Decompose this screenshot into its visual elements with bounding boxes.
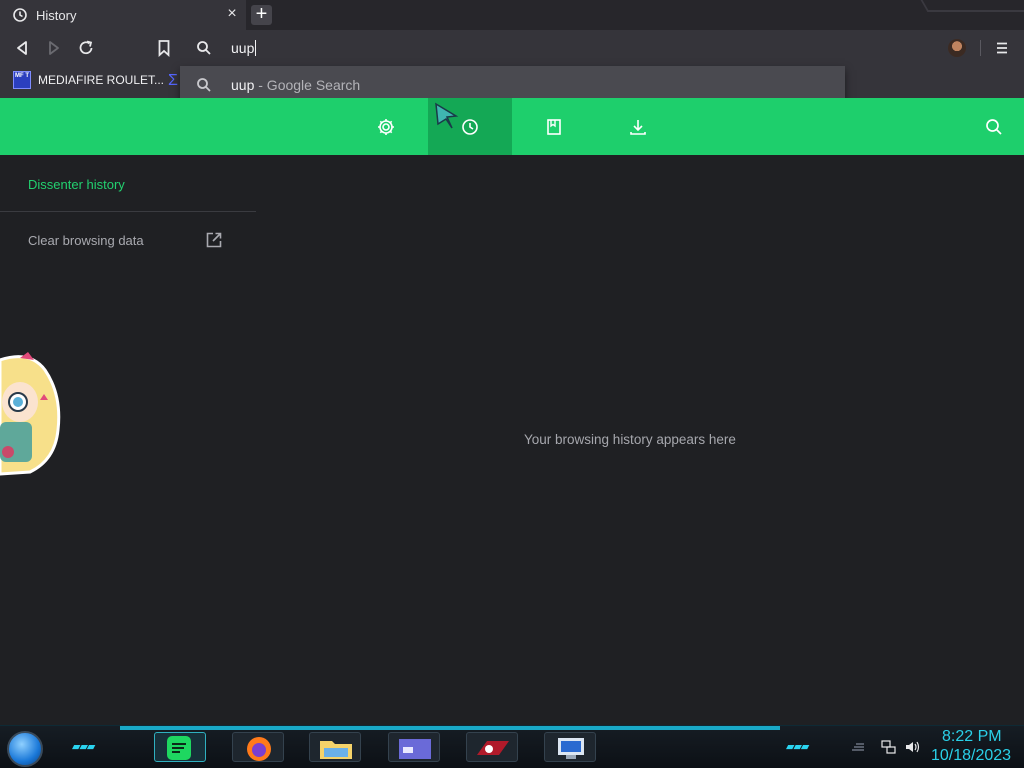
- settings-icon[interactable]: [376, 117, 396, 137]
- tab-strip: History × +: [0, 0, 1024, 30]
- bookmark-favicon-partial[interactable]: Σ: [168, 72, 178, 90]
- profile-avatar[interactable]: [948, 39, 966, 57]
- start-button[interactable]: [7, 731, 43, 767]
- sidebar-divider: [0, 211, 256, 212]
- show-hidden-icons-icon[interactable]: [850, 740, 866, 754]
- volume-icon[interactable]: [904, 740, 920, 754]
- mouse-cursor: [435, 102, 459, 129]
- taskbar-accent-strip: [120, 726, 780, 730]
- downloads-icon[interactable]: [628, 117, 648, 137]
- firefox-icon: [247, 737, 271, 761]
- bookmark-label: MEDIAFIRE ROULET...: [38, 73, 165, 87]
- window-frame-decoration: [920, 0, 1024, 12]
- empty-history-message: Your browsing history appears here: [524, 432, 736, 447]
- toolbar-separator: [980, 40, 981, 56]
- bookmark-item-mediafire[interactable]: MF T MEDIAFIRE ROULET...: [13, 71, 164, 89]
- computer-icon: [558, 738, 584, 759]
- taskbar-app-notes[interactable]: [154, 732, 206, 762]
- back-icon[interactable]: [12, 38, 32, 58]
- clear-browsing-data-link[interactable]: Clear browsing data: [28, 233, 144, 248]
- menu-icon[interactable]: [994, 40, 1010, 56]
- taskbar-app-file-explorer[interactable]: [309, 732, 361, 762]
- bookmarks-icon[interactable]: [544, 117, 564, 137]
- reload-icon[interactable]: [76, 38, 96, 58]
- omnibox-suggestion-dropdown: uup - Google Search: [180, 66, 845, 102]
- taskbar: ▰▰▰ ▰▰▰: [0, 725, 1024, 768]
- taskbar-deco-chevrons: ▰▰▰: [72, 741, 95, 753]
- new-tab-button[interactable]: +: [251, 4, 272, 25]
- mediafire-favicon: MF T: [13, 71, 31, 89]
- media-app-icon: [477, 741, 509, 755]
- open-external-icon[interactable]: [205, 231, 223, 249]
- forward-icon[interactable]: [44, 38, 64, 58]
- tab-history[interactable]: History ×: [0, 0, 246, 30]
- history-icon[interactable]: [460, 117, 480, 137]
- bookmark-icon[interactable]: [154, 38, 174, 58]
- notes-app-icon: [167, 736, 191, 760]
- suggestion-google-search[interactable]: uup - Google Search: [231, 77, 360, 93]
- search-icon: [197, 41, 211, 55]
- taskbar-app-computer[interactable]: [544, 732, 596, 762]
- window-app-icon: [399, 739, 431, 759]
- taskbar-app-media[interactable]: [466, 732, 518, 762]
- tab-close-icon[interactable]: ×: [224, 6, 240, 22]
- search-icon: [197, 78, 211, 92]
- text-caret: [255, 40, 257, 56]
- suggestion-suffix: - Google Search: [254, 77, 361, 93]
- dissenter-nav-bar: [0, 98, 1024, 155]
- tab-title: History: [36, 8, 77, 23]
- network-icon[interactable]: [880, 740, 896, 754]
- cartoon-character-sticker: [0, 352, 61, 476]
- suggestion-query: uup: [231, 77, 255, 93]
- sidebar-title[interactable]: Dissenter history: [28, 177, 125, 192]
- search-icon[interactable]: [984, 117, 1004, 137]
- address-bar[interactable]: uup: [180, 30, 845, 66]
- history-icon: [13, 8, 27, 22]
- folder-icon: [320, 741, 352, 759]
- taskbar-deco-chevrons-right: ▰▰▰: [786, 741, 809, 753]
- clock-date[interactable]: 10/18/2023: [931, 747, 1011, 765]
- address-bar-text[interactable]: uup: [231, 40, 254, 56]
- taskbar-app-window[interactable]: [388, 732, 440, 762]
- clock-time[interactable]: 8:22 PM: [942, 728, 1002, 746]
- taskbar-app-firefox[interactable]: [232, 732, 284, 762]
